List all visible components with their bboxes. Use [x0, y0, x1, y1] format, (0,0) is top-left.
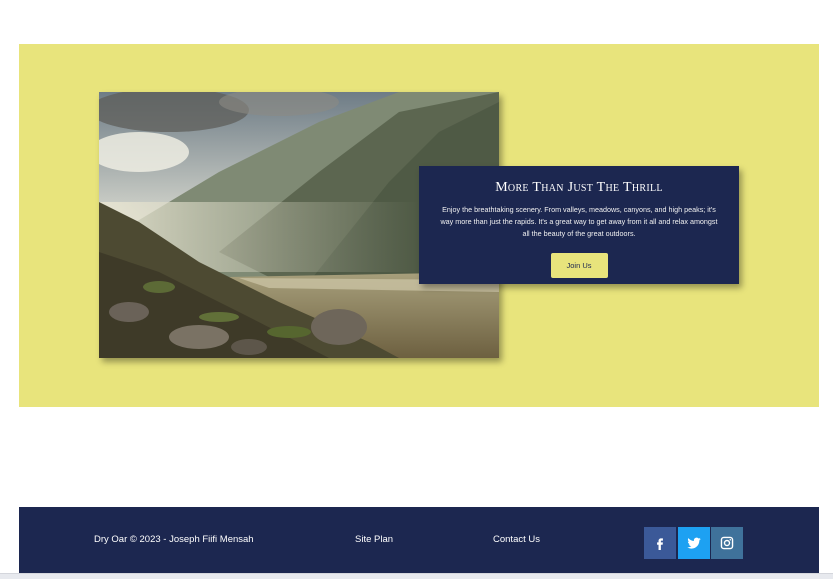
copyright-text: Dry Oar © 2023 - Joseph Fiifi Mensah	[94, 534, 254, 545]
twitter-icon	[687, 537, 701, 549]
site-footer: Dry Oar © 2023 - Joseph Fiifi Mensah Sit…	[19, 507, 819, 573]
card-description: Enjoy the breathtaking scenery. From val…	[440, 205, 718, 238]
hero-section: More Than Just The Thrill Enjoy the brea…	[19, 44, 819, 407]
twitter-button[interactable]	[678, 527, 710, 559]
horizontal-scrollbar[interactable]	[0, 573, 833, 579]
contact-us-link[interactable]: Contact Us	[493, 534, 540, 545]
facebook-button[interactable]	[644, 527, 676, 559]
instagram-button[interactable]	[711, 527, 743, 559]
instagram-icon	[720, 536, 734, 550]
join-us-button[interactable]: Join Us	[550, 253, 608, 278]
site-plan-link[interactable]: Site Plan	[355, 534, 393, 545]
info-card: More Than Just The Thrill Enjoy the brea…	[419, 166, 739, 284]
card-title: More Than Just The Thrill	[495, 180, 663, 195]
facebook-icon	[657, 538, 663, 550]
